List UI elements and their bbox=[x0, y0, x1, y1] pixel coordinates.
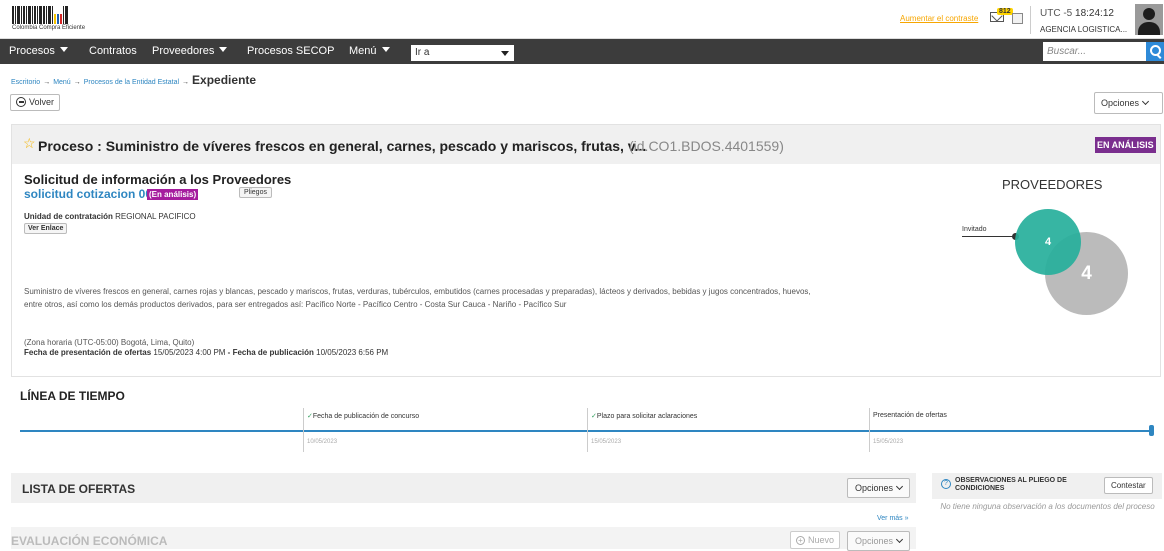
search-input[interactable]: Buscar... bbox=[1043, 42, 1146, 61]
offers-title: LISTA DE OFERTAS bbox=[22, 482, 136, 496]
evaluation-panel: EVALUACIÓN ECONÓMICA bbox=[11, 527, 916, 549]
timeline-event: ✓Plazo para solicitar aclaraciones 15/05… bbox=[587, 408, 697, 452]
timeline-event-date: 15/05/2023 bbox=[873, 439, 904, 445]
pub-date: 10/05/2023 6:56 PM bbox=[316, 348, 389, 357]
goto-select[interactable]: Ir a bbox=[411, 45, 514, 61]
timeline-event-label: Presentación de ofertas bbox=[873, 412, 947, 419]
search-icon[interactable] bbox=[1146, 42, 1164, 61]
pliegos-button[interactable]: Pliegos bbox=[239, 187, 272, 198]
offers-date-label: Fecha de presentación de ofertas bbox=[24, 348, 152, 357]
process-card: ☆ Proceso : Suministro de víveres fresco… bbox=[11, 124, 1161, 377]
process-description: Suministro de víveres frescos en general… bbox=[24, 287, 811, 309]
document-icon[interactable] bbox=[1012, 13, 1023, 24]
evaluation-title: EVALUACIÓN ECONÓMICA bbox=[11, 534, 168, 548]
contracting-unit: Unidad de contratación REGIONAL PACIFICO bbox=[24, 212, 196, 221]
providers-title: PROVEEDORES bbox=[1002, 177, 1103, 192]
breadcrumb-escritorio[interactable]: Escritorio bbox=[11, 79, 40, 86]
process-header: ☆ Proceso : Suministro de víveres fresco… bbox=[12, 125, 1160, 164]
see-more-link[interactable]: Ver más » bbox=[877, 515, 909, 522]
caret-down-icon bbox=[501, 51, 509, 56]
request-status-tag: (En análisis) bbox=[147, 189, 199, 200]
logo-caption: Colombia Compra Eficiente bbox=[12, 25, 86, 31]
timezone-note: (Zona horaria (UTC-05:00) Bogotá, Lima, … bbox=[24, 338, 195, 347]
options-label: Opciones bbox=[1101, 98, 1140, 108]
mail-count-badge: 812 bbox=[997, 8, 1013, 15]
help-icon: ? bbox=[941, 479, 951, 489]
agency-name[interactable]: AGENCIA LOGISTICA... bbox=[1040, 25, 1127, 34]
breadcrumb-current: Expediente bbox=[192, 73, 257, 87]
unit-value: REGIONAL PACIFICO bbox=[115, 212, 196, 221]
nav-menu[interactable]: Menú bbox=[349, 45, 390, 57]
reply-button[interactable]: Contestar bbox=[1104, 477, 1153, 494]
timeline-event-date: 10/05/2023 bbox=[307, 439, 338, 445]
offers-options-button[interactable]: Opciones bbox=[847, 478, 911, 498]
new-button[interactable]: + Nuevo bbox=[790, 531, 841, 549]
observations-empty-text: No tiene ninguna observación a los docum… bbox=[940, 502, 1155, 511]
evaluation-options-label: Opciones bbox=[855, 536, 894, 546]
timeline-line bbox=[20, 430, 1152, 432]
invited-connector bbox=[962, 236, 1014, 237]
options-button[interactable]: Opciones bbox=[1094, 92, 1163, 114]
timezone-label: UTC -5 bbox=[1040, 8, 1073, 19]
process-title: Proceso : Suministro de víveres frescos … bbox=[38, 138, 647, 154]
observations-title: OBSERVACIONES AL PLIEGO DE CONDICIONES bbox=[955, 477, 1067, 492]
arrow-right-icon: → bbox=[182, 79, 190, 86]
time-value: 18:24:12 bbox=[1075, 8, 1114, 19]
timeline-event: ✓Fecha de publicación de concurso 10/05/… bbox=[303, 408, 419, 452]
back-button-label: Volver bbox=[29, 97, 55, 107]
nav-contratos[interactable]: Contratos bbox=[89, 45, 137, 57]
breadcrumb-procesos[interactable]: Procesos de la Entidad Estatal bbox=[84, 79, 179, 86]
clock: UTC -5 18:24:12 bbox=[1040, 8, 1114, 19]
back-button[interactable]: Volver bbox=[10, 94, 61, 111]
top-bar: Colombia Compra Eficiente Aumentar el co… bbox=[0, 0, 1164, 39]
timeline-event-label: Fecha de publicación de concurso bbox=[312, 413, 420, 420]
process-dates: Fecha de presentación de ofertas 15/05/2… bbox=[24, 348, 388, 357]
offers-options-label: Opciones bbox=[855, 483, 894, 493]
request-title: Solicitud de información a los Proveedor… bbox=[24, 172, 292, 187]
arrow-left-icon bbox=[16, 97, 26, 107]
dash: - bbox=[225, 348, 233, 357]
new-button-label: Nuevo bbox=[808, 535, 835, 545]
chevron-down-icon bbox=[1141, 97, 1150, 106]
nav-procesos-secop[interactable]: Procesos SECOP bbox=[247, 45, 334, 57]
timeline-event: Presentación de ofertas 15/05/2023 bbox=[869, 408, 947, 452]
breadcrumb-menu[interactable]: Menú bbox=[53, 79, 71, 86]
timeline-title: LÍNEA DE TIEMPO bbox=[20, 389, 125, 403]
evaluation-options-button[interactable]: Opciones bbox=[847, 531, 911, 551]
user-avatar[interactable] bbox=[1135, 4, 1163, 35]
nav-procesos[interactable]: Procesos bbox=[9, 45, 68, 57]
unit-label: Unidad de contratación bbox=[24, 212, 113, 221]
arrow-right-icon: → bbox=[43, 79, 51, 86]
star-icon[interactable]: ☆ bbox=[23, 135, 36, 152]
process-id: (id.CO1.BDOS.4401559) bbox=[629, 138, 784, 154]
timeline-event-label: Plazo para solicitar aclaraciones bbox=[596, 413, 698, 420]
barcode-icon bbox=[12, 6, 96, 24]
offers-panel: LISTA DE OFERTAS bbox=[11, 473, 916, 503]
observations-panel: ? OBSERVACIONES AL PLIEGO DE CONDICIONES… bbox=[932, 473, 1162, 499]
chevron-down-icon bbox=[895, 482, 904, 491]
view-link-button[interactable]: Ver Enlace bbox=[24, 223, 68, 234]
caret-down-icon bbox=[59, 47, 68, 52]
chevron-down-icon bbox=[895, 535, 904, 544]
main-nav: Procesos Contratos Proveedores Procesos … bbox=[0, 39, 1164, 64]
request-name[interactable]: solicitud cotizacion 0070 bbox=[24, 187, 165, 201]
colombia-compra-logo[interactable]: Colombia Compra Eficiente bbox=[12, 6, 96, 34]
caret-down-icon bbox=[381, 47, 390, 52]
arrow-right-icon: → bbox=[73, 79, 81, 86]
nav-proveedores[interactable]: Proveedores bbox=[152, 45, 228, 57]
offers-date: 15/05/2023 4:00 PM bbox=[153, 348, 226, 357]
providers-invited-circle[interactable]: 4 bbox=[1015, 209, 1081, 275]
breadcrumb: Escritorio → Menú → Procesos de la Entidad E… bbox=[11, 73, 256, 87]
status-badge: EN ANÁLISIS bbox=[1095, 137, 1156, 153]
goto-select-value: Ir a bbox=[415, 47, 430, 58]
divider bbox=[1030, 6, 1031, 34]
timeline-end-marker bbox=[1149, 425, 1154, 436]
caret-down-icon bbox=[219, 47, 228, 52]
timeline-event-date: 15/05/2023 bbox=[591, 439, 622, 445]
plus-icon: + bbox=[796, 536, 805, 545]
invited-label: Invitado bbox=[962, 226, 987, 233]
contrast-link[interactable]: Aumentar el contraste bbox=[900, 14, 978, 23]
pub-date-label: Fecha de publicación bbox=[232, 348, 314, 357]
